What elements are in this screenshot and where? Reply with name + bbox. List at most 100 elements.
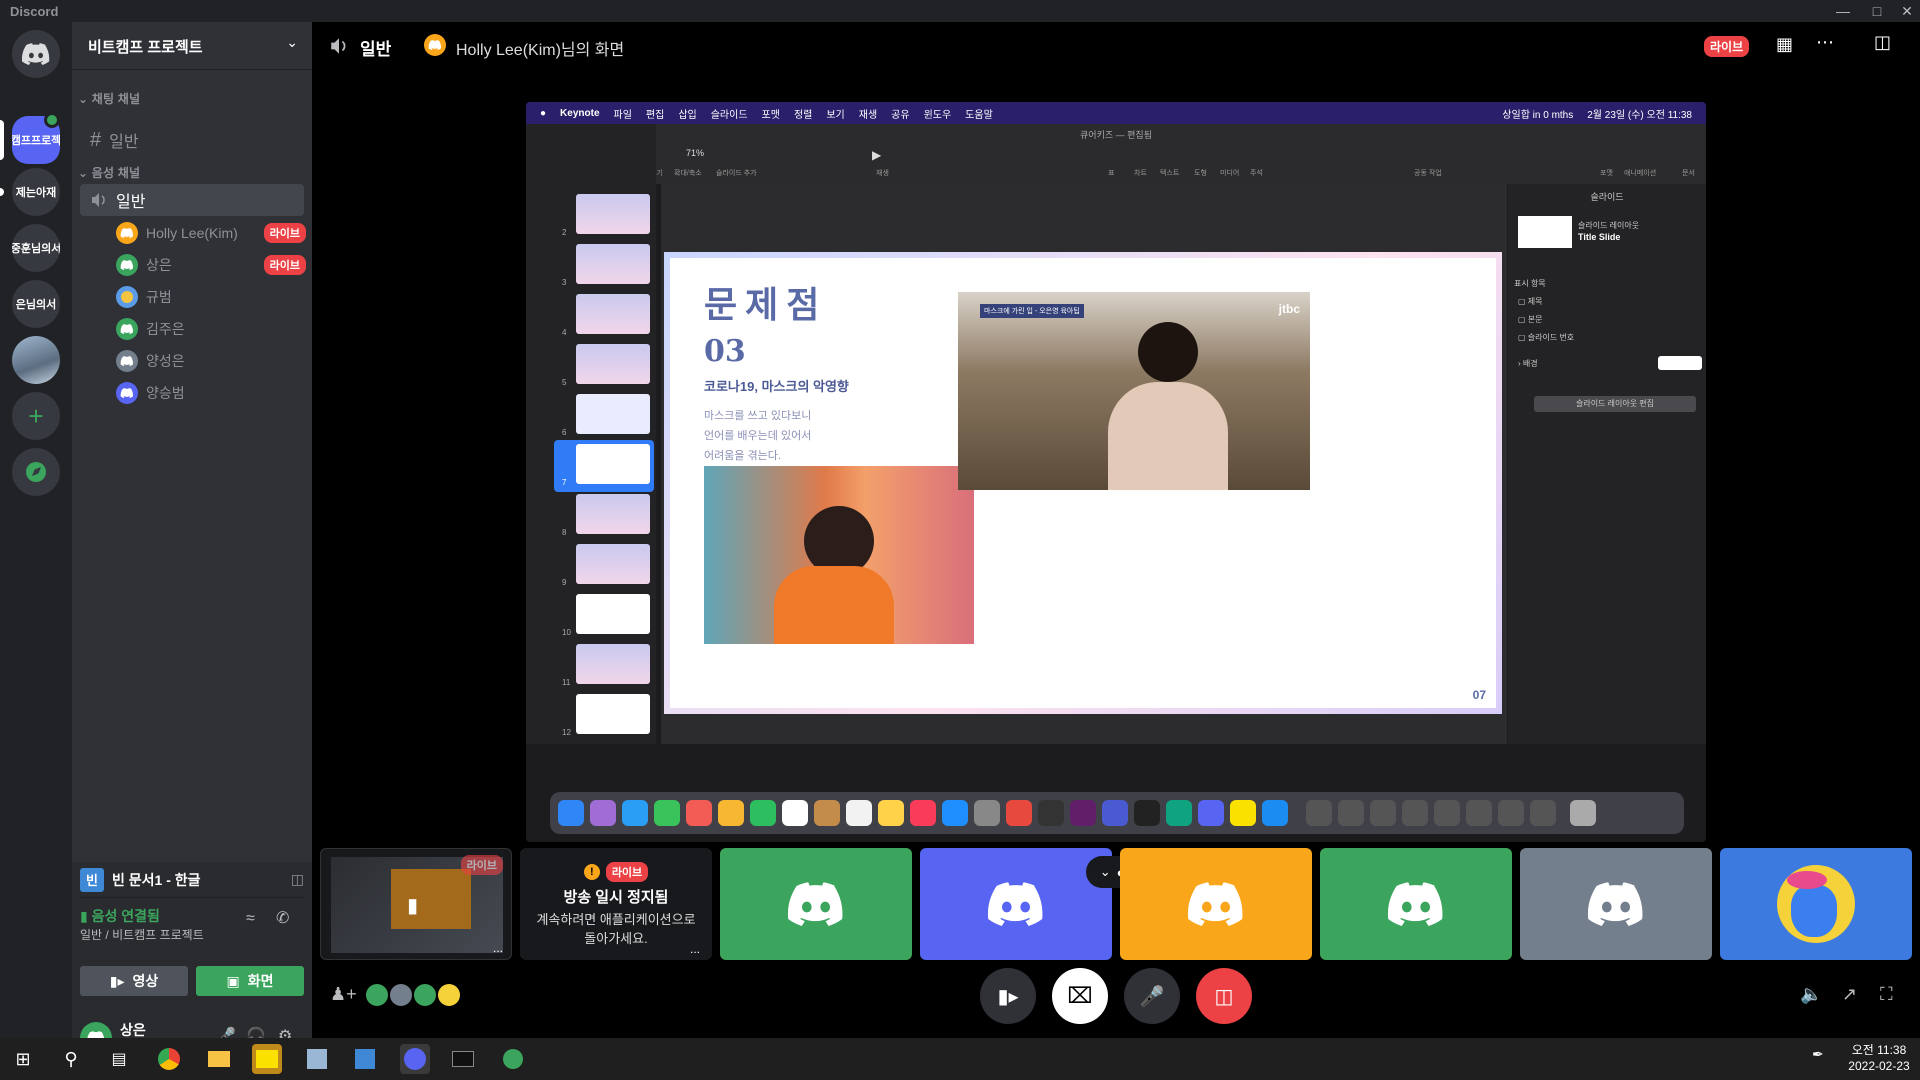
grid-layout-icon[interactable]: ▦ <box>1776 34 1793 55</box>
add-server-icon[interactable]: + <box>12 392 60 440</box>
tv-screenshot-image <box>704 466 974 644</box>
slide-thumbnail[interactable] <box>576 544 650 584</box>
toolbar-label: 주석 <box>1250 170 1263 177</box>
slide-thumbnail[interactable] <box>576 294 650 334</box>
channel-title: 일반 <box>360 40 392 59</box>
add-friend-icon[interactable]: ♟+ <box>330 984 357 1005</box>
guild-header[interactable]: 비트캠프 프로젝트 ⌄ <box>72 22 312 70</box>
participant-tile[interactable] <box>720 848 912 960</box>
participant-tile[interactable] <box>1120 848 1312 960</box>
slide-thumbnail[interactable] <box>576 344 650 384</box>
server-4[interactable]: 은님의서 <box>12 280 60 328</box>
windows-start-icon[interactable]: ⊞ <box>8 1044 38 1074</box>
voice-user[interactable]: 규범 <box>116 284 306 310</box>
participant-tile-avatar[interactable] <box>1720 848 1912 960</box>
paused-stream-tile[interactable]: ! 라이브 방송 일시 정지됨 계속하려면 애플리케이션으로 돌아가세요. ..… <box>520 848 712 960</box>
pen-icon[interactable]: ✒ <box>1812 1046 1824 1063</box>
hwp-taskbar-icon[interactable] <box>350 1044 380 1074</box>
voice-user[interactable]: 김주은 <box>116 316 306 342</box>
checkbox-label: 슬라이드 번호 <box>1527 333 1575 342</box>
window-thumbnail <box>1370 800 1396 826</box>
voice-user[interactable]: 양성은 <box>116 348 306 374</box>
close-icon[interactable]: ✕ <box>1890 0 1920 22</box>
app-taskbar-icon[interactable] <box>302 1044 332 1074</box>
disconnect-icon[interactable]: ✆ <box>276 908 289 928</box>
voice-user[interactable]: Holly Lee(Kim) 라이브 <box>116 220 306 246</box>
activity-row[interactable]: 빈 빈 문서1 - 한글 ◫ <box>80 862 304 898</box>
participant-tile[interactable] <box>920 848 1112 960</box>
more-icon[interactable]: ... <box>493 941 503 955</box>
task-view-icon[interactable]: ▤ <box>104 1044 134 1074</box>
voice-user-name: 규범 <box>146 289 172 305</box>
kakaotalk-taskbar-icon[interactable] <box>252 1044 282 1074</box>
discord-taskbar-icon[interactable] <box>400 1044 430 1074</box>
safari-icon <box>622 800 648 826</box>
participant-tile[interactable] <box>1520 848 1712 960</box>
hashtag-icon: # <box>90 128 102 151</box>
slide-title: 문제점 <box>704 284 828 326</box>
slide-thumbnail-selected[interactable] <box>576 444 650 484</box>
mac-dock <box>550 792 1684 834</box>
keynote-icon <box>1262 800 1288 826</box>
voice-channel-general[interactable]: 일반 <box>80 184 304 216</box>
screen-share-button[interactable]: ▣ 화면 <box>196 966 304 996</box>
slide-thumbnail[interactable] <box>576 694 650 734</box>
category-text-channels[interactable]: ⌄ 채팅 채널 <box>78 90 140 107</box>
microphone-button[interactable]: 🎤 <box>1124 968 1180 1024</box>
live-badge: 라이브 <box>263 255 306 275</box>
voice-user[interactable]: 상은 라이브 <box>116 252 306 278</box>
fullscreen-icon[interactable]: ⛶ <box>1880 984 1893 1005</box>
noise-suppression-icon[interactable]: ≈ <box>246 910 255 928</box>
menu-item: 파일 <box>613 109 632 121</box>
self-stream-tile[interactable]: ▮ 라이브 ... <box>320 848 512 960</box>
inbox-icon[interactable]: ◫ <box>1874 32 1891 53</box>
taskbar-clock[interactable]: 오전 11:38 2022-02-23 <box>1846 1042 1912 1074</box>
photo-caption: 마스크에 가린 입 - 오은영 육아팁 <box>980 304 1084 318</box>
slide-thumbnail[interactable] <box>576 394 650 434</box>
slide-thumbnail[interactable] <box>576 644 650 684</box>
avatar <box>116 382 138 404</box>
slide-thumbnail[interactable] <box>576 244 650 284</box>
server-5-image[interactable] <box>12 336 60 384</box>
chrome-taskbar-icon[interactable] <box>154 1044 184 1074</box>
participant-tile[interactable] <box>1320 848 1512 960</box>
search-icon[interactable]: ⚲ <box>56 1044 86 1074</box>
volume-icon[interactable]: 🔈 <box>1800 984 1822 1005</box>
category-voice-channels[interactable]: ⌄ 음성 채널 <box>78 164 140 181</box>
person-body-shape <box>774 566 894 644</box>
minimize-icon[interactable]: — <box>1826 0 1860 22</box>
slide-body-line: 언어를 배우는데 있어서 <box>704 430 812 442</box>
server-2[interactable]: 제는아재 <box>12 168 60 216</box>
avatar <box>414 984 436 1006</box>
slide-thumbnail[interactable] <box>576 494 650 534</box>
more-icon[interactable]: ... <box>690 942 700 956</box>
terminal-taskbar-icon[interactable] <box>448 1044 478 1074</box>
text-channel-general[interactable]: # 일반 <box>80 124 304 156</box>
slide-thumbnail[interactable] <box>576 594 650 634</box>
app-taskbar-icon[interactable] <box>498 1044 528 1074</box>
camera-button[interactable]: ▮▸ <box>980 968 1036 1024</box>
avatar <box>366 984 388 1006</box>
slide-number: 9 <box>562 578 567 587</box>
cartoon-avatar-image <box>1777 865 1855 943</box>
toolbar-label: 차트 <box>1134 170 1147 177</box>
server-rail: 캠프프로젝 제는아재 중훈님의서 은님의서 + <box>0 22 72 1038</box>
discord-home-button[interactable] <box>12 30 60 78</box>
stop-activity-icon[interactable]: ◫ <box>291 871 304 888</box>
screen-share-stop-button[interactable]: ⌧ <box>1052 968 1108 1024</box>
zoom-level: 71% <box>686 148 705 158</box>
shared-screen[interactable]: ● Keynote 파일 편집 삽입 슬라이드 포맷 정렬 보기 재생 공유 윈… <box>526 102 1706 842</box>
layout-preview <box>1518 216 1572 248</box>
server-3[interactable]: 중훈님의서 <box>12 224 60 272</box>
explore-servers-button[interactable] <box>12 448 60 496</box>
maximize-icon[interactable]: □ <box>1860 0 1894 22</box>
more-icon[interactable]: ⋯ <box>1816 32 1834 53</box>
discord-logo-icon <box>22 43 50 65</box>
current-slide[interactable]: 문제점 03 코로나19, 마스크의 악영향 마스크를 쓰고 있다보니 언어를 … <box>664 252 1502 714</box>
video-button[interactable]: ▮▸ 영상 <box>80 966 188 996</box>
slide-thumbnail[interactable] <box>576 194 650 234</box>
voice-user[interactable]: 양승범 <box>116 380 306 406</box>
file-explorer-icon[interactable] <box>204 1044 234 1074</box>
popout-icon[interactable]: ↗ <box>1842 984 1857 1005</box>
disconnect-button[interactable]: ◫ <box>1196 968 1252 1024</box>
